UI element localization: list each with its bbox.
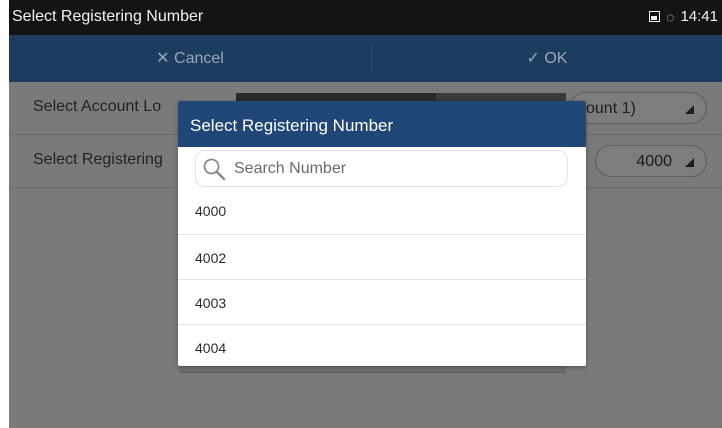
status-bar: Select Registering Number ◌ 14:41 xyxy=(9,0,722,35)
dropdown-arrow-icon xyxy=(685,105,694,114)
dropdown-arrow-icon xyxy=(685,158,694,167)
registering-select[interactable]: 4000 xyxy=(595,145,707,177)
status-time: 14:41 xyxy=(680,8,718,25)
ok-button[interactable]: ✓ OK xyxy=(372,35,722,82)
cancel-button[interactable]: ✕ Cancel xyxy=(9,35,371,82)
cancel-label: Cancel xyxy=(174,50,224,67)
registering-row-label: Select Registering xyxy=(33,151,163,168)
list-item[interactable]: 4000 xyxy=(178,189,586,235)
ok-label: OK xyxy=(544,50,568,67)
list-item[interactable]: 4004 xyxy=(178,325,586,366)
action-bar: ✕ Cancel ✓ OK xyxy=(9,35,722,82)
status-title: Select Registering Number xyxy=(12,8,204,25)
account-select[interactable]: count 1) xyxy=(569,92,707,124)
account-row-label: Select Account Lo xyxy=(33,98,162,115)
registering-select-value: 4000 xyxy=(636,153,672,170)
list-item[interactable]: 4002 xyxy=(178,235,586,280)
dialog-title: Select Registering Number xyxy=(190,116,394,135)
search-input[interactable] xyxy=(234,159,554,179)
close-icon: ✕ xyxy=(156,50,170,67)
search-icon xyxy=(203,158,226,181)
status-icons: ◌ 14:41 xyxy=(649,8,718,25)
image-icon xyxy=(649,11,661,22)
account-select-value: count 1) xyxy=(578,100,636,117)
list-item[interactable]: 4003 xyxy=(178,280,586,325)
number-list: 4000 4002 4003 4004 xyxy=(178,189,586,366)
select-number-dialog: Select Registering Number 4000 4002 4003… xyxy=(178,101,586,366)
screen: Select Registering Number ◌ 14:41 ✕ Canc… xyxy=(9,0,722,428)
background-panel-edge xyxy=(436,93,566,101)
check-icon: ✓ xyxy=(526,50,540,67)
search-box[interactable] xyxy=(195,150,568,187)
sync-icon: ◌ xyxy=(666,8,675,25)
dialog-header: Select Registering Number xyxy=(178,101,586,147)
